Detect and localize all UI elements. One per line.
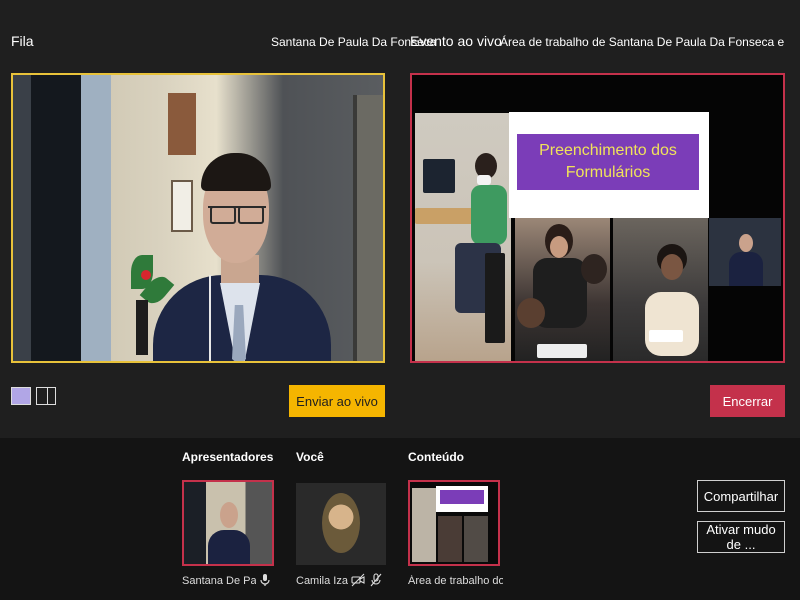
dark-window (31, 75, 81, 361)
wall-cabinet (168, 93, 196, 155)
content-photo-desk (415, 113, 511, 361)
pillar (81, 75, 111, 361)
thumb-slide-banner (440, 490, 484, 504)
presenter-glasses (208, 206, 266, 224)
avatar (322, 493, 360, 553)
content-thumbnail[interactable] (408, 480, 500, 566)
monitor (423, 159, 455, 193)
live-title: Evento ao vivo (410, 33, 502, 49)
live-event-stage[interactable]: Preenchimento dos Formulários (410, 73, 785, 363)
woman-dress (645, 292, 699, 356)
queue-title: Fila (11, 33, 34, 49)
end-event-button[interactable]: Encerrar (710, 385, 785, 417)
bottom-tray (0, 438, 800, 600)
girl-head (517, 298, 545, 328)
woman-mask (477, 175, 491, 185)
plant-stand (136, 300, 148, 355)
presenter-thumbnail-label: Santana De Paula ... (182, 575, 256, 587)
you-thumbnail[interactable] (296, 483, 386, 565)
live-source-name: Área de trabalho de Santana De Paula Da … (500, 35, 785, 49)
red-flower (141, 270, 151, 280)
woman-face (661, 254, 683, 280)
thumb-presenter-head (220, 502, 238, 528)
woman-blouse (471, 185, 507, 245)
paper (649, 330, 683, 342)
queue-video-stage[interactable] (11, 73, 385, 363)
content-presenter-inset (709, 218, 781, 286)
content-photo-woman (613, 218, 708, 361)
thumb-photo-1 (412, 488, 436, 562)
mute-all-button[interactable]: Ativar mudo de ... (697, 521, 785, 553)
send-live-button[interactable]: Enviar ao vivo (289, 385, 385, 417)
single-layout-icon[interactable] (11, 387, 31, 405)
microphone-icon[interactable] (259, 573, 271, 587)
microphone-off-icon[interactable] (370, 573, 382, 587)
presentation-slide: Preenchimento dos Formulários (509, 112, 709, 218)
content-section-title: Conteúdo (408, 450, 464, 464)
inset-presenter-suit (729, 252, 763, 286)
paper (537, 344, 587, 358)
share-button[interactable]: Compartilhar (697, 480, 785, 512)
slide-title: Preenchimento dos Formulários (517, 134, 699, 190)
split-layout-icon[interactable] (36, 387, 56, 405)
chair (485, 253, 505, 343)
presenter-thumbnail[interactable] (182, 480, 274, 566)
thumb-photo-3 (464, 516, 488, 562)
desk (415, 208, 475, 224)
thumb-photo-2 (438, 516, 462, 562)
presenters-section-title: Apresentadores (182, 450, 274, 464)
content-photo-family (515, 218, 610, 361)
content-thumbnail-label: Área de trabalho do Sant... (408, 575, 503, 587)
you-section-title: Você (296, 450, 324, 464)
camera-off-icon[interactable] (351, 573, 365, 587)
boy-head (581, 254, 607, 284)
you-thumbnail-label: Camila Izabel... (296, 575, 348, 587)
woman-face (550, 236, 568, 258)
door (353, 95, 383, 361)
thumb-presenter-suit (208, 530, 250, 564)
wall-picture (171, 180, 193, 232)
inset-presenter-head (739, 234, 753, 252)
earphone-cable (209, 275, 211, 361)
